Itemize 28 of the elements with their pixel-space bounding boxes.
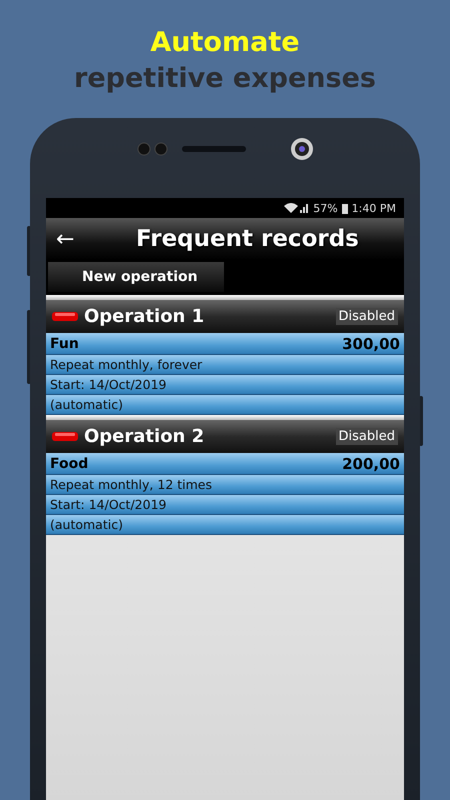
clock: 1:40 PM [352, 202, 396, 214]
headline: repetitive expenses [74, 62, 376, 96]
operation-header[interactable]: Operation 2 Disabled [46, 420, 404, 453]
battery-percent: 57% [313, 202, 338, 214]
start-date: Start: 14/Oct/2019 [50, 377, 166, 392]
status-label: Disabled [336, 428, 398, 445]
status-label: Disabled [336, 308, 398, 325]
repeat-text: Repeat monthly, forever [50, 357, 202, 372]
status-bar-icon [52, 432, 78, 441]
battery-icon [342, 202, 348, 214]
wifi-signal-icon [283, 202, 310, 214]
mode-text: (automatic) [50, 517, 123, 532]
back-button[interactable]: ← [56, 226, 96, 252]
new-operation-button[interactable]: New operation [48, 262, 224, 292]
phone-sensors-icon [136, 136, 316, 162]
start-date: Start: 14/Oct/2019 [50, 497, 166, 512]
amount: 300,00 [342, 334, 400, 352]
category: Fun [50, 336, 79, 352]
operation-header[interactable]: Operation 1 Disabled [46, 300, 404, 333]
status-bar-icon [52, 312, 78, 321]
operation-title: Operation 2 [84, 426, 206, 447]
amount: 200,00 [342, 454, 400, 472]
headline-highlight: Automate [150, 26, 300, 60]
category: Food [50, 456, 88, 472]
mode-text: (automatic) [50, 397, 123, 412]
repeat-text: Repeat monthly, 12 times [50, 477, 212, 492]
operation-title: Operation 1 [84, 306, 206, 327]
screen-title: Frequent records [136, 226, 359, 252]
